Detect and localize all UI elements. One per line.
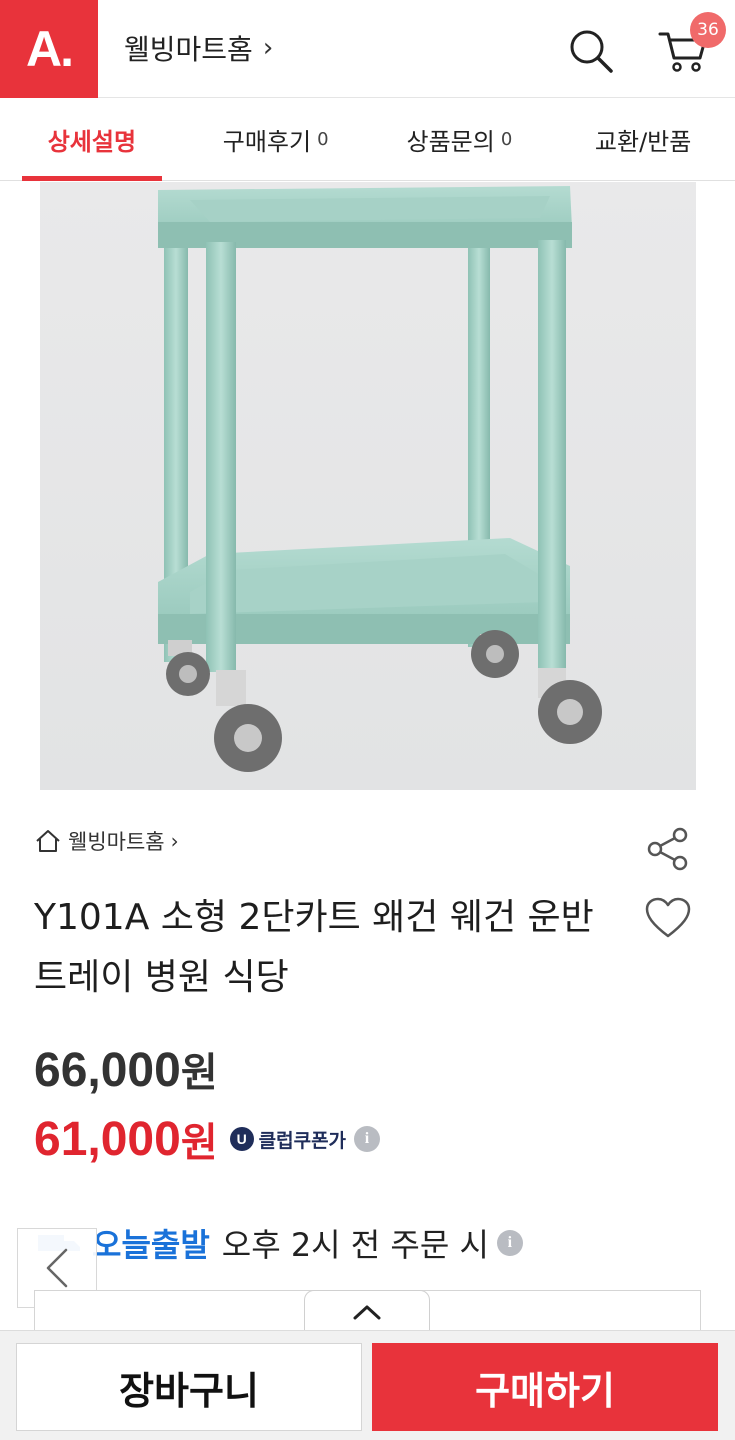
- chevron-right-icon: ›: [170, 829, 179, 853]
- info-icon[interactable]: i: [496, 1230, 523, 1256]
- top-header: A. 웰빙마트홈 › 36: [0, 0, 735, 98]
- coupon-badge: U: [229, 1127, 254, 1151]
- coupon-label: 클럽쿠폰가: [258, 1129, 347, 1152]
- expand-sheet-button[interactable]: [304, 1290, 430, 1332]
- shipping-info: 오늘출발 오후 2시 전 주문 시 i: [34, 1220, 523, 1266]
- tab-label: 구매후기: [222, 128, 312, 156]
- tab-exchange-return[interactable]: 교환/반품: [551, 99, 735, 180]
- sale-price-value: 61,000: [34, 1112, 181, 1166]
- store-breadcrumb[interactable]: 웰빙마트홈 ›: [34, 826, 179, 856]
- detail-tabs: 상세설명 구매후기 0 상품문의 0 교환/반품: [0, 99, 735, 181]
- home-icon: [36, 830, 60, 852]
- share-icon[interactable]: [644, 826, 692, 872]
- app-logo[interactable]: A.: [0, 0, 98, 98]
- tab-reviews[interactable]: 구매후기 0: [184, 99, 368, 180]
- search-icon[interactable]: [566, 26, 616, 76]
- tab-label: 교환/반품: [594, 128, 692, 156]
- tab-count: 0: [317, 129, 329, 150]
- tab-description[interactable]: 상세설명: [0, 99, 184, 181]
- heart-icon[interactable]: [644, 896, 692, 940]
- currency-unit: 원: [180, 1120, 218, 1166]
- cart-count-badge: 36: [690, 12, 726, 48]
- tab-inquiries[interactable]: 상품문의 0: [368, 99, 552, 180]
- product-image[interactable]: [40, 182, 696, 790]
- cart-trolley-illustration: [158, 186, 602, 772]
- shipping-condition: 오후 2시 전 주문 시: [221, 1226, 489, 1264]
- product-title: Y101A 소형 2단카트 왜건 웨건 운반트레이 병원 식당: [34, 897, 594, 998]
- add-to-cart-button[interactable]: 장바구니: [16, 1343, 362, 1431]
- chevron-up-icon: [353, 1305, 381, 1319]
- info-icon[interactable]: i: [354, 1126, 381, 1152]
- tab-label: 상품문의: [406, 128, 495, 156]
- buy-now-button[interactable]: 구매하기: [372, 1343, 718, 1431]
- tab-count: 0: [500, 129, 513, 150]
- bottom-action-bar: 장바구니 구매하기: [0, 1330, 735, 1440]
- chevron-right-icon: ›: [262, 33, 274, 63]
- sale-price: 61,000 원 U 클럽쿠폰가 i: [34, 1110, 381, 1168]
- original-price-value: 66,000: [34, 1044, 181, 1097]
- store-link[interactable]: 웰빙마트홈 ›: [124, 28, 273, 68]
- chevron-left-icon: [46, 1248, 68, 1288]
- club-coupon[interactable]: U 클럽쿠폰가 i: [229, 1126, 381, 1153]
- currency-unit: 원: [180, 1050, 218, 1096]
- original-price: 66,000원: [34, 1040, 218, 1098]
- shipping-today-label: 오늘출발: [92, 1226, 210, 1264]
- store-name: 웰빙마트홈: [124, 33, 253, 66]
- tab-label: 상세설명: [47, 128, 137, 156]
- breadcrumb-store-name: 웰빙마트홈: [68, 830, 165, 854]
